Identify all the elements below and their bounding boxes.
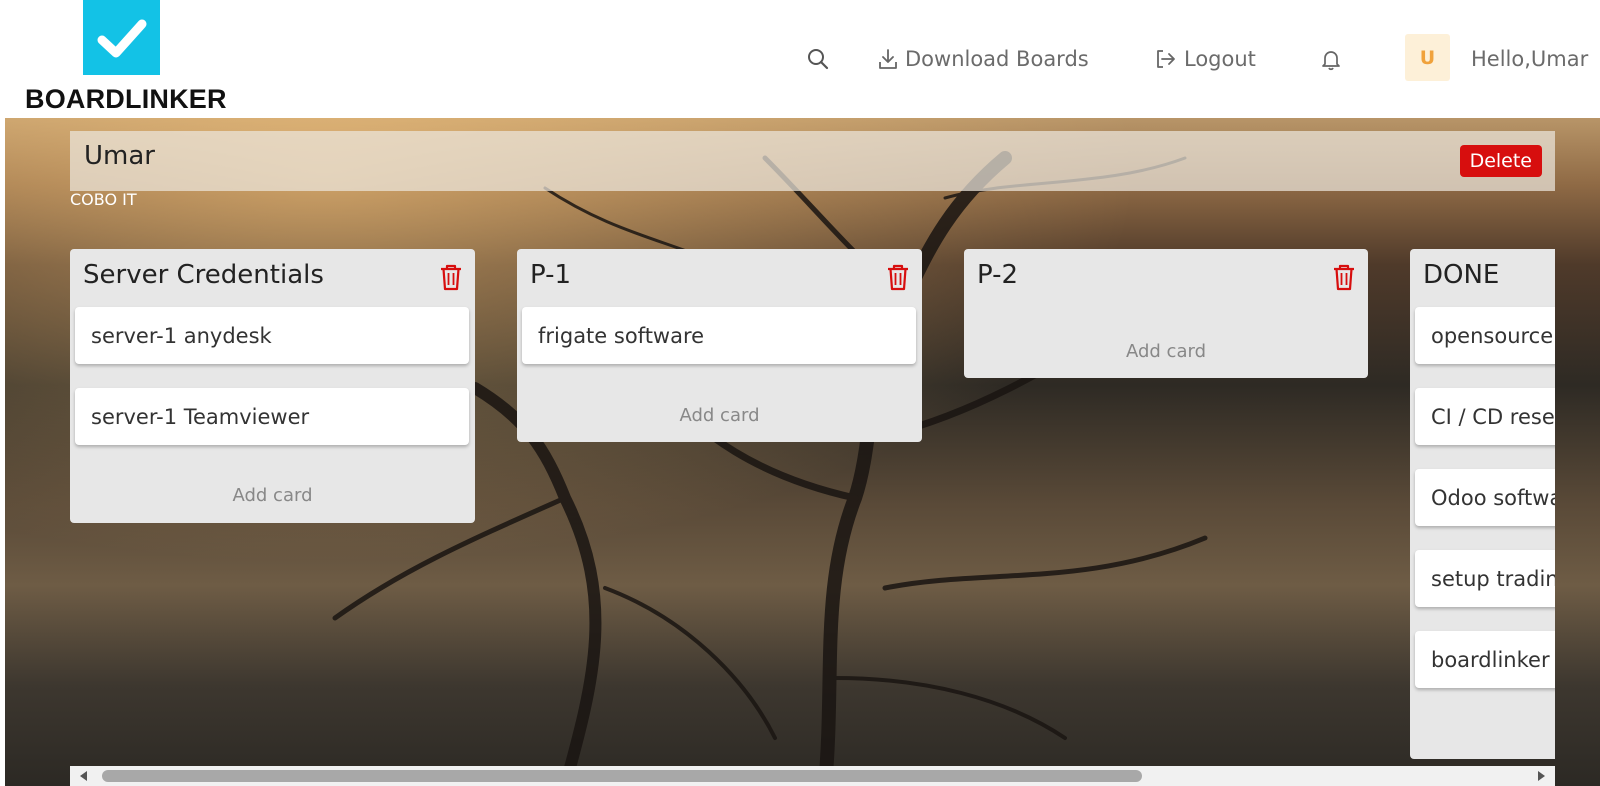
trash-icon[interactable] [1332,263,1356,291]
scroll-right-arrow-icon[interactable] [1538,771,1545,781]
list-card[interactable]: CI / CD resea [1415,388,1555,445]
notifications-button[interactable] [1320,43,1342,75]
scrollbar-thumb[interactable] [102,770,1142,782]
list-card[interactable]: server-1 Teamviewer [75,388,469,445]
delete-board-button[interactable]: Delete [1459,145,1542,177]
add-card-button[interactable]: Add card [70,485,475,506]
list-card[interactable]: Odoo softwa [1415,469,1555,526]
logo-text[interactable]: BOARDLINKER [25,84,227,115]
search-button[interactable] [806,43,830,75]
add-card-button[interactable]: Add card [517,405,922,426]
horizontal-scrollbar[interactable] [70,766,1555,786]
trash-icon[interactable] [439,263,463,291]
board-title[interactable]: Umar [84,141,155,171]
board-organization: COBO IT [70,190,137,209]
logout-label: Logout [1184,47,1256,71]
download-icon [879,49,897,69]
list-server-credentials: Server Credentials server-1 anydesk serv… [70,249,475,523]
download-boards-button[interactable]: Download Boards [877,43,1089,75]
list-title[interactable]: DONE [1423,260,1499,290]
list-p-2: P-2 Add card [964,249,1368,378]
list-clip-region: DONE opensource CI / CD resea Odoo softw… [1410,240,1555,760]
logout-button[interactable]: Logout [1154,43,1256,75]
avatar[interactable]: U [1405,34,1450,81]
scroll-left-arrow-icon[interactable] [80,771,87,781]
download-boards-label: Download Boards [905,47,1089,71]
trash-icon[interactable] [886,263,910,291]
bell-icon [1322,51,1340,71]
logo-checkmark-icon[interactable] [83,0,160,75]
search-icon [808,49,829,70]
add-card-button[interactable]: Add card [964,341,1368,362]
list-card[interactable]: server-1 anydesk [75,307,469,364]
list-title[interactable]: P-1 [530,260,571,290]
list-title[interactable]: Server Credentials [83,260,324,290]
list-card[interactable]: frigate software [522,307,916,364]
list-card[interactable]: opensource [1415,307,1555,364]
list-p-1: P-1 frigate software Add card [517,249,922,442]
logout-icon [1157,50,1175,68]
board-header-bar: Umar Delete [70,131,1555,191]
list-done: DONE opensource CI / CD resea Odoo softw… [1410,249,1555,759]
user-greeting[interactable]: Hello,Umar [1471,43,1588,75]
list-title[interactable]: P-2 [977,260,1018,290]
list-card[interactable]: setup tradin [1415,550,1555,607]
list-card[interactable]: boardlinker [1415,631,1555,688]
top-navbar: BOARDLINKER Download Boards Logout U Hel… [0,0,1600,118]
